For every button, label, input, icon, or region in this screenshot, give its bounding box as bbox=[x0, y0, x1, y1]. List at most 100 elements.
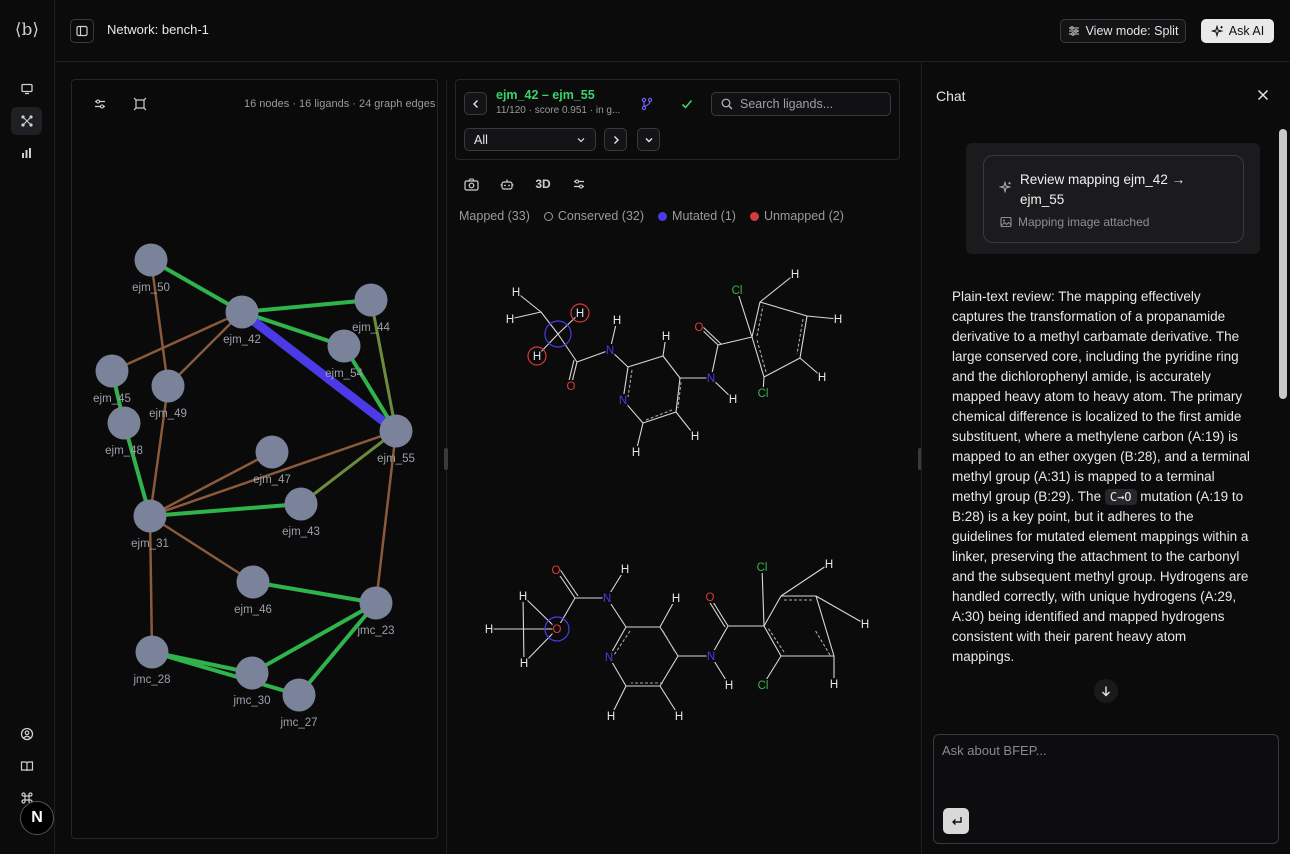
ask-ai-button[interactable]: Ask AI bbox=[1201, 19, 1274, 43]
chevron-down-icon bbox=[645, 137, 652, 142]
atom-label-bg bbox=[833, 313, 843, 325]
sparkles-icon bbox=[1210, 24, 1224, 38]
network-graph-panel bbox=[71, 79, 438, 839]
atom-label-bg bbox=[729, 284, 745, 296]
atom-label-bg bbox=[612, 314, 622, 326]
scroll-to-bottom-button[interactable] bbox=[1094, 679, 1118, 703]
atom-label: H bbox=[834, 314, 842, 326]
unmapped-atom-a2 bbox=[527, 346, 547, 366]
atom-label-bg bbox=[532, 350, 542, 362]
chat-input[interactable] bbox=[942, 743, 1272, 803]
next-pair-button[interactable] bbox=[604, 128, 627, 151]
atom-label-bg bbox=[604, 651, 614, 663]
left-splitter-grip[interactable] bbox=[444, 448, 448, 470]
atom-label: H bbox=[672, 593, 680, 605]
atom-label-bg bbox=[575, 307, 585, 319]
mutated-atom-a bbox=[544, 320, 572, 348]
mapping-settings-button[interactable] bbox=[570, 175, 588, 193]
atom-label: Cl bbox=[758, 680, 769, 692]
atom-label: H bbox=[825, 559, 833, 571]
legend-mutated: Mutated (1) bbox=[672, 209, 736, 223]
app-logo[interactable]: ⟨b⟩ bbox=[14, 18, 40, 42]
user-avatar[interactable]: N bbox=[20, 801, 54, 835]
review-text-part2: mutation (A:19 to B:28) is a key point, … bbox=[952, 489, 1249, 664]
graph-settings-button[interactable] bbox=[89, 93, 111, 115]
git-branch-icon bbox=[641, 97, 653, 111]
atom-label: Cl bbox=[732, 285, 743, 297]
unmapped-atom-a1 bbox=[570, 303, 590, 323]
atom-label: O bbox=[553, 624, 562, 636]
atom-label-bg bbox=[755, 387, 771, 399]
camera-icon bbox=[463, 177, 479, 191]
screenshot-button[interactable] bbox=[462, 175, 480, 193]
legend-conserved: Conserved (32) bbox=[557, 209, 645, 223]
enter-icon bbox=[951, 816, 962, 825]
monitor-icon bbox=[20, 83, 33, 95]
atom-label-bg bbox=[690, 430, 700, 442]
pair-filter-select[interactable]: All bbox=[464, 128, 596, 151]
atom-label: H bbox=[519, 591, 527, 603]
atom-label-bg bbox=[552, 623, 562, 635]
approve-button[interactable] bbox=[676, 93, 698, 115]
atom-label-bg bbox=[724, 679, 734, 691]
atom-label-bg bbox=[518, 590, 528, 602]
atom-label-bg bbox=[706, 650, 716, 662]
atom-label: H bbox=[830, 679, 838, 691]
sliders-icon bbox=[1068, 26, 1079, 36]
mapping-legend: Mapped (33) Conserved (32) Mutated (1) U… bbox=[459, 209, 844, 223]
user-circle-icon bbox=[20, 727, 33, 741]
atom-label: O bbox=[567, 381, 576, 393]
network-title: Network: bench-1 bbox=[107, 22, 209, 37]
atom-label-bg bbox=[671, 592, 681, 604]
more-options-button[interactable] bbox=[637, 128, 660, 151]
atom-label: N bbox=[605, 652, 613, 664]
rail-analytics-button[interactable] bbox=[11, 139, 42, 167]
chat-input-box bbox=[933, 734, 1279, 844]
unmapped-dot bbox=[749, 212, 759, 221]
atom-label: H bbox=[621, 564, 629, 576]
graph-fit-view-button[interactable] bbox=[129, 93, 151, 115]
rail-dashboard-button[interactable] bbox=[11, 75, 42, 103]
search-placeholder: Search ligands... bbox=[740, 97, 834, 111]
conserved-dot bbox=[543, 212, 553, 221]
atom-label: H bbox=[485, 624, 493, 636]
close-chat-button[interactable] bbox=[1254, 86, 1272, 104]
send-button[interactable] bbox=[943, 808, 969, 834]
chevron-left-icon bbox=[472, 99, 478, 108]
atom-label: H bbox=[613, 315, 621, 327]
ligand-search-input[interactable]: Search ligands... bbox=[711, 92, 891, 116]
legend-conserved-item: Conserved (32) bbox=[543, 209, 645, 223]
atom-label: H bbox=[632, 447, 640, 459]
check-icon bbox=[681, 99, 693, 109]
legend-mutated-item: Mutated (1) bbox=[658, 209, 736, 223]
atom-label-bg bbox=[817, 371, 827, 383]
atom-label-bg bbox=[706, 372, 716, 384]
rail-docs-button[interactable] bbox=[11, 752, 42, 780]
ai-assist-button[interactable] bbox=[498, 175, 516, 193]
view-mode-button[interactable]: View mode: Split bbox=[1060, 19, 1186, 43]
branch-button[interactable] bbox=[636, 93, 658, 115]
atom-label-bg bbox=[705, 591, 715, 603]
atom-label: H bbox=[533, 351, 541, 363]
atom-label: O bbox=[552, 565, 561, 577]
sidebar-toggle-button[interactable] bbox=[70, 19, 94, 43]
assistant-review-message: Plain-text review: The mapping effective… bbox=[952, 287, 1252, 723]
toggle-3d-button[interactable]: 3D bbox=[532, 175, 554, 193]
chevron-down-icon bbox=[577, 137, 585, 142]
chat-scrollbar-thumb[interactable] bbox=[1279, 129, 1287, 399]
legend-mapped: Mapped (33) bbox=[459, 209, 530, 223]
atom-label: H bbox=[791, 269, 799, 281]
sliders-icon bbox=[574, 179, 584, 189]
atom-label: H bbox=[607, 711, 615, 723]
atom-label-bg bbox=[860, 618, 870, 630]
prev-pair-button[interactable] bbox=[464, 92, 487, 115]
rail-network-button[interactable] bbox=[11, 107, 42, 135]
atom-label-bg bbox=[505, 313, 515, 325]
image-icon bbox=[1000, 216, 1012, 228]
atom-label: O bbox=[706, 592, 715, 604]
rail-account-button[interactable] bbox=[11, 720, 42, 748]
atom-label: H bbox=[729, 394, 737, 406]
atom-label: H bbox=[691, 431, 699, 443]
atom-label: H bbox=[662, 331, 670, 343]
atom-label-bg bbox=[631, 446, 641, 458]
